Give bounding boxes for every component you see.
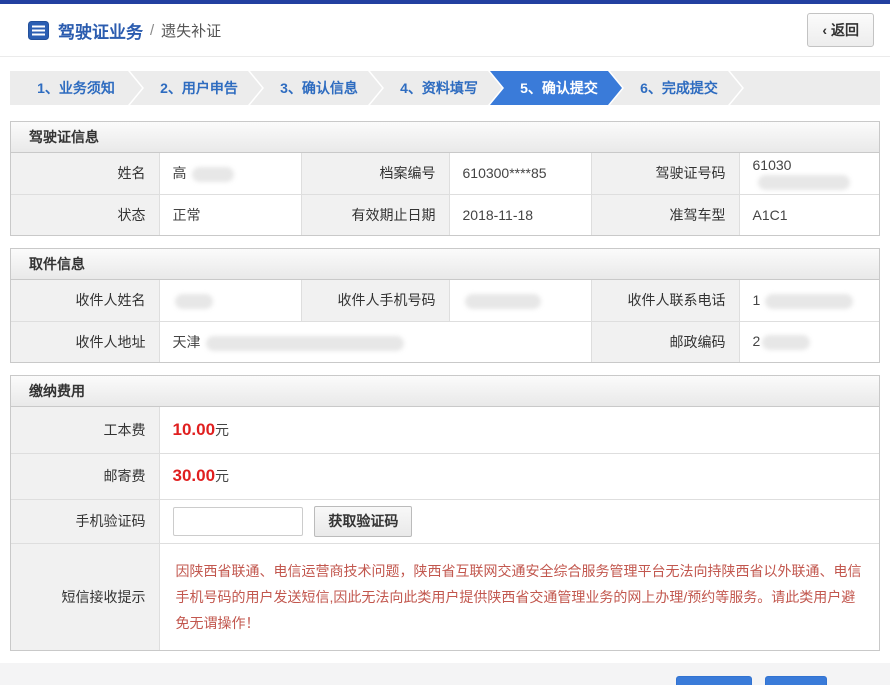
step-5-confirm-submit: 5、确认提交	[490, 71, 622, 105]
wizard-steps: 1、业务须知 2、用户申告 3、确认信息 4、资料填写 5、确认提交 6、完成提…	[10, 71, 880, 105]
recipient-phone-value: 1	[739, 280, 879, 321]
recipient-address-value: 天津	[159, 321, 591, 362]
table-row: 姓名 高 档案编号 610300****85 驾驶证号码 61030	[11, 153, 879, 194]
sms-code-input[interactable]	[173, 507, 303, 536]
breadcrumb-separator: /	[150, 22, 154, 39]
redacted-value	[758, 175, 850, 190]
status-value: 正常	[159, 194, 301, 235]
pickup-info-table: 收件人姓名 收件人手机号码 收件人联系电话 1 收件人地址 天津 邮政编码 2	[11, 280, 879, 362]
back-button[interactable]: ‹返回	[807, 13, 874, 47]
license-info-table: 姓名 高 档案编号 610300****85 驾驶证号码 61030 状态 正常…	[11, 153, 879, 235]
previous-step-button[interactable]: 上一步	[676, 676, 752, 685]
pickup-info-title: 取件信息	[11, 249, 879, 280]
mail-fee-unit: 元	[215, 468, 229, 484]
step-6-complete-submit: 6、完成提交	[610, 71, 742, 105]
license-number-value: 61030	[739, 153, 879, 194]
name-value: 高	[159, 153, 301, 194]
mail-fee-value: 30.00元	[159, 453, 879, 499]
page-title: 驾驶证业务	[58, 18, 143, 43]
table-row: 收件人姓名 收件人手机号码 收件人联系电话 1	[11, 280, 879, 321]
back-chevron-icon: ‹	[822, 22, 827, 38]
sms-notice-text: 因陕西省联通、电信运营商技术问题，陕西省互联网交通安全综合服务管理平台无法向持陕…	[159, 543, 879, 650]
expiry-date-value: 2018-11-18	[449, 194, 591, 235]
expiry-date-label: 有效期止日期	[301, 194, 449, 235]
pickup-info-section: 取件信息 收件人姓名 收件人手机号码 收件人联系电话 1 收件人地址 天津 邮政…	[10, 248, 880, 363]
step-1-business-notice: 1、业务须知	[10, 71, 142, 105]
back-button-label: 返回	[831, 22, 859, 38]
mail-fee-amount: 30.00	[173, 466, 216, 485]
production-fee-value: 10.00元	[159, 407, 879, 453]
recipient-phone-label: 收件人联系电话	[591, 280, 739, 321]
redacted-value	[192, 167, 234, 182]
breadcrumb-current: 遗失补证	[161, 20, 221, 41]
name-label: 姓名	[11, 153, 159, 194]
step-4-fill-materials: 4、资料填写	[370, 71, 502, 105]
table-row: 收件人地址 天津 邮政编码 2	[11, 321, 879, 362]
table-row: 短信接收提示 因陕西省联通、电信运营商技术问题，陕西省互联网交通安全综合服务管理…	[11, 543, 879, 650]
redacted-value	[465, 294, 541, 309]
payment-fee-table: 工本费 10.00元 邮寄费 30.00元 手机验证码 获取验证码 短信接收提示…	[11, 407, 879, 650]
table-row: 邮寄费 30.00元	[11, 453, 879, 499]
table-row: 状态 正常 有效期止日期 2018-11-18 准驾车型 A1C1	[11, 194, 879, 235]
redacted-value	[206, 336, 404, 351]
recipient-mobile-value	[449, 280, 591, 321]
page-header: 驾驶证业务 / 遗失补证 ‹返回	[0, 4, 890, 57]
form-footer: 上一步 完成	[0, 663, 890, 685]
production-fee-label: 工本费	[11, 407, 159, 453]
list-icon	[28, 21, 49, 40]
license-info-title: 驾驶证信息	[11, 122, 879, 153]
table-row: 工本费 10.00元	[11, 407, 879, 453]
production-fee-unit: 元	[215, 422, 229, 438]
step-2-user-declaration: 2、用户申告	[130, 71, 262, 105]
get-code-button[interactable]: 获取验证码	[314, 506, 412, 537]
steps-filler	[730, 71, 880, 105]
status-label: 状态	[11, 194, 159, 235]
production-fee-amount: 10.00	[173, 420, 216, 439]
sms-notice-label: 短信接收提示	[11, 543, 159, 650]
license-number-label: 驾驶证号码	[591, 153, 739, 194]
payment-fee-section: 缴纳费用 工本费 10.00元 邮寄费 30.00元 手机验证码 获取验证码 短…	[10, 375, 880, 651]
table-row: 手机验证码 获取验证码	[11, 499, 879, 543]
sms-code-label: 手机验证码	[11, 499, 159, 543]
postal-code-value: 2	[739, 321, 879, 362]
redacted-value	[762, 335, 810, 350]
recipient-address-label: 收件人地址	[11, 321, 159, 362]
mail-fee-label: 邮寄费	[11, 453, 159, 499]
file-number-label: 档案编号	[301, 153, 449, 194]
recipient-name-value	[159, 280, 301, 321]
sms-code-cell: 获取验证码	[159, 499, 879, 543]
postal-code-label: 邮政编码	[591, 321, 739, 362]
recipient-mobile-label: 收件人手机号码	[301, 280, 449, 321]
redacted-value	[175, 294, 213, 309]
finish-button[interactable]: 完成	[765, 676, 827, 685]
redacted-value	[765, 294, 853, 309]
license-info-section: 驾驶证信息 姓名 高 档案编号 610300****85 驾驶证号码 61030…	[10, 121, 880, 236]
step-3-confirm-info: 3、确认信息	[250, 71, 382, 105]
recipient-name-label: 收件人姓名	[11, 280, 159, 321]
vehicle-type-label: 准驾车型	[591, 194, 739, 235]
file-number-value: 610300****85	[449, 153, 591, 194]
payment-fee-title: 缴纳费用	[11, 376, 879, 407]
vehicle-type-value: A1C1	[739, 194, 879, 235]
